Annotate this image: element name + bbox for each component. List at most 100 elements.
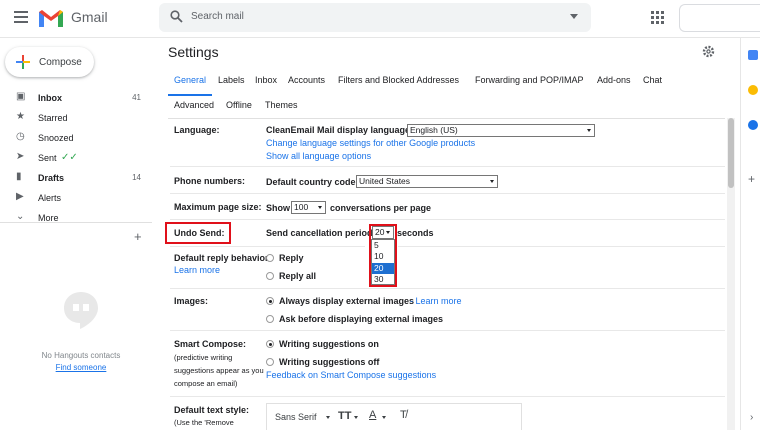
color-caret-icon xyxy=(382,416,386,419)
tab-offline[interactable]: Offline xyxy=(226,100,252,110)
language-label: Language: xyxy=(174,125,220,135)
app-name[interactable]: Gmail xyxy=(71,9,108,25)
tab-labels[interactable]: Labels xyxy=(218,75,245,85)
conversations-per-page-label: conversations per page xyxy=(330,203,432,213)
always-display-radio[interactable] xyxy=(266,297,274,305)
tab-themes[interactable]: Themes xyxy=(265,100,298,110)
sidebar-item-label: Inbox xyxy=(38,93,62,103)
add-addon-icon[interactable]: + xyxy=(748,172,755,186)
images-label: Images: xyxy=(174,296,209,306)
cancellation-period-label: Send cancellation period: xyxy=(266,228,376,238)
search-input[interactable]: Search mail xyxy=(191,11,244,22)
scrollbar-thumb[interactable] xyxy=(728,118,734,188)
remove-formatting-icon[interactable]: T̸ xyxy=(400,409,407,421)
account-area[interactable] xyxy=(679,4,760,32)
tab-chat[interactable]: Chat xyxy=(643,75,662,85)
ask-before-radio[interactable] xyxy=(266,315,274,323)
suggestions-off-radio[interactable] xyxy=(266,358,274,366)
text-style-label: Default text style: xyxy=(174,405,250,415)
row-divider xyxy=(170,166,725,167)
tabs-divider xyxy=(168,118,725,119)
change-language-link[interactable]: Change language settings for other Googl… xyxy=(266,138,475,148)
clock-icon: ◷ xyxy=(16,131,25,142)
sidebar-item-label: Snoozed xyxy=(38,133,74,143)
inbox-icon: ▣ xyxy=(16,91,26,102)
keep-icon[interactable] xyxy=(748,85,758,95)
reply-learn-more-link[interactable]: Learn more xyxy=(174,265,220,275)
phone-numbers-label: Phone numbers: xyxy=(174,176,246,186)
compose-label: Compose xyxy=(39,57,82,68)
text-color-icon[interactable]: A xyxy=(369,409,376,421)
sidebar-item-label: Starred xyxy=(38,113,68,123)
ask-before-label: Ask before displaying external images xyxy=(279,314,444,324)
language-select[interactable]: English (US) xyxy=(407,124,595,137)
send-icon: ➤ xyxy=(16,151,25,162)
smart-compose-description: (predictive writing suggestions appear a… xyxy=(174,353,264,388)
label-icon: ▶ xyxy=(16,191,24,202)
search-icon[interactable] xyxy=(170,10,183,23)
font-size-icon[interactable]: TT xyxy=(338,410,351,422)
tab-add-ons[interactable]: Add-ons xyxy=(597,75,631,85)
row-divider xyxy=(170,288,725,289)
sidebar-item-label: Sent xyxy=(38,153,57,163)
tab-forwarding-and-pop-imap[interactable]: Forwarding and POP/IMAP xyxy=(475,75,584,85)
always-display-label: Always display external images xyxy=(279,296,415,306)
row-divider xyxy=(170,330,725,331)
tab-advanced[interactable]: Advanced xyxy=(174,100,214,110)
images-learn-more-link[interactable]: - Learn more xyxy=(410,296,462,306)
sidebar-item-label: Alerts xyxy=(38,193,62,203)
tab-inbox[interactable]: Inbox xyxy=(255,75,277,85)
reply-all-radio[interactable] xyxy=(266,272,274,280)
reply-option-label: Reply xyxy=(279,253,304,263)
page-size-value: 100 xyxy=(294,202,309,212)
undo-send-label: Undo Send: xyxy=(174,228,225,238)
row-divider xyxy=(398,246,725,247)
expand-panel-icon[interactable]: › xyxy=(750,412,753,423)
main-menu-icon[interactable] xyxy=(14,11,28,23)
compose-plus-icon xyxy=(16,55,30,69)
tab-general[interactable]: General xyxy=(174,75,206,85)
page-title: Settings xyxy=(168,44,219,60)
show-all-languages-link[interactable]: Show all language options xyxy=(266,151,371,161)
tab-accounts[interactable]: Accounts xyxy=(288,75,325,85)
country-code-label: Default country code: xyxy=(266,177,359,187)
page-size-select[interactable]: 100 xyxy=(291,201,326,214)
active-tab-indicator xyxy=(168,94,212,96)
tab-filters-and-blocked-addresses[interactable]: Filters and Blocked Addresses xyxy=(338,75,459,85)
suggestions-off-label: Writing suggestions off xyxy=(279,357,380,367)
add-hangout-icon[interactable]: + xyxy=(134,229,142,244)
reply-behavior-label: Default reply behavior: xyxy=(174,253,272,263)
display-language-label: CleanEmail Mail display language: xyxy=(266,125,414,135)
size-caret-icon xyxy=(354,416,358,419)
hangouts-empty-text: No Hangouts contacts xyxy=(41,351,121,360)
hangouts-icon xyxy=(64,292,98,329)
search-options-icon[interactable] xyxy=(570,14,578,19)
row-divider xyxy=(170,396,725,397)
smart-compose-feedback-link[interactable]: Feedback on Smart Compose suggestions xyxy=(266,370,436,380)
sidebar-item-count: 14 xyxy=(132,173,141,182)
font-family-select[interactable]: Sans Serif xyxy=(275,412,317,422)
apps-grid-icon[interactable] xyxy=(651,11,664,24)
find-someone-link[interactable]: Find someone xyxy=(20,363,142,372)
text-style-description: (Use the 'Remove xyxy=(174,418,234,427)
chevron-down-icon: ⌄ xyxy=(16,211,25,222)
seconds-label: seconds xyxy=(397,228,434,238)
sent-check-icon: ✓✓ xyxy=(61,152,78,163)
suggestions-on-label: Writing suggestions on xyxy=(279,339,379,349)
reply-radio[interactable] xyxy=(266,254,274,262)
country-code-value: United States xyxy=(359,176,411,186)
star-icon: ★ xyxy=(16,111,25,122)
row-divider xyxy=(170,246,365,247)
draft-icon: ▮ xyxy=(16,171,22,182)
gear-icon[interactable] xyxy=(702,45,715,58)
right-side-panel xyxy=(740,38,760,430)
language-select-value: English (US) xyxy=(410,125,458,135)
reply-all-option-label: Reply all xyxy=(279,271,317,281)
sidebar-item-count: 41 xyxy=(132,93,141,102)
country-code-select[interactable]: United States xyxy=(356,175,498,188)
row-divider xyxy=(170,193,725,194)
tasks-icon[interactable] xyxy=(748,120,758,130)
max-page-size-label: Maximum page size: xyxy=(174,202,262,212)
calendar-icon[interactable] xyxy=(748,50,758,60)
suggestions-on-radio[interactable] xyxy=(266,340,274,348)
